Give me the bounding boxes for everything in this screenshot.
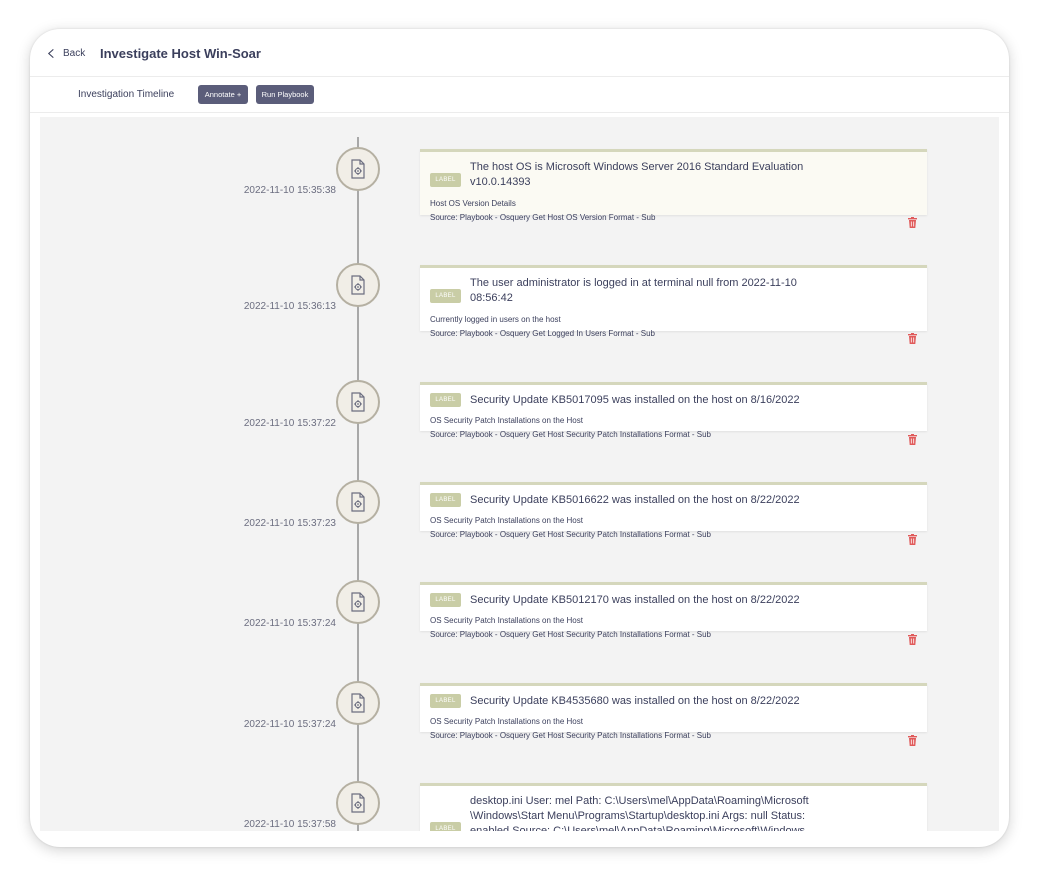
- trash-icon: [908, 434, 917, 445]
- timeline-node[interactable]: [336, 147, 380, 191]
- chevron-left-icon: [47, 48, 54, 59]
- entry-timestamp: 2022-11-10 15:35:38: [243, 185, 336, 196]
- entry-source: Source: Playbook - Osquery Get Host Secu…: [430, 731, 712, 740]
- trash-icon: [908, 735, 917, 746]
- entry-description: OS Security Patch Installations on the H…: [430, 516, 583, 525]
- timeline-card[interactable]: LABEL Security Update KB5016622 was insta…: [420, 482, 927, 545]
- entry-title: Security Update KB5016622 was installed …: [470, 494, 800, 506]
- page-header: Back Investigate Host Win-Soar: [30, 29, 1009, 77]
- timeline-entry: 2022-11-10 15:36:13 LABEL The user adminis…: [40, 259, 999, 363]
- toolbar: Investigation Timeline Annotate + Run Pl…: [30, 77, 1009, 113]
- timeline-node[interactable]: [336, 781, 380, 825]
- entry-source: Source: Playbook - Osquery Get Host Secu…: [430, 530, 712, 539]
- entry-timestamp: 2022-11-10 15:36:13: [243, 301, 336, 312]
- label-badge: LABEL: [430, 593, 461, 607]
- entry-title: Security Update KB4535680 was installed …: [470, 695, 800, 707]
- delete-button[interactable]: [908, 331, 917, 344]
- run-playbook-button[interactable]: Run Playbook: [256, 85, 314, 104]
- tab-investigation-timeline[interactable]: Investigation Timeline: [78, 89, 174, 100]
- document-gear-icon: [351, 392, 365, 412]
- app-window: Back Investigate Host Win-Soar Investiga…: [30, 29, 1009, 847]
- entry-source: Source: Playbook - Osquery Get Logged In…: [430, 329, 655, 338]
- label-badge: LABEL: [430, 694, 461, 708]
- page-title: Investigate Host Win-Soar: [100, 46, 261, 61]
- timeline-node[interactable]: [336, 380, 380, 424]
- trash-icon: [908, 534, 917, 545]
- entry-source: Source: Playbook - Osquery Get Host OS V…: [430, 213, 656, 222]
- entry-timestamp: 2022-11-10 15:37:58: [243, 819, 336, 830]
- document-gear-icon: [351, 793, 365, 813]
- entry-timestamp: 2022-11-10 15:37:23: [243, 518, 336, 529]
- entry-description: OS Security Patch Installations on the H…: [430, 416, 583, 425]
- timeline-entry: 2022-11-10 15:37:24 LABEL Security Update …: [40, 576, 999, 663]
- timeline-card[interactable]: LABEL Security Update KB4535680 was insta…: [420, 683, 927, 746]
- delete-button[interactable]: [908, 215, 917, 228]
- annotate-button[interactable]: Annotate +: [198, 85, 248, 104]
- entry-title: Security Update KB5017095 was installed …: [470, 394, 800, 406]
- timeline-entry: 2022-11-10 15:37:58 LABEL desktop.ini User…: [40, 777, 999, 831]
- entry-source: Source: Playbook - Osquery Get Host Secu…: [430, 630, 712, 639]
- entry-title: The user administrator is logged in at t…: [470, 277, 797, 304]
- document-gear-icon: [351, 492, 365, 512]
- document-gear-icon: [351, 592, 365, 612]
- document-gear-icon: [351, 159, 365, 179]
- timeline-entry: 2022-11-10 15:35:38 LABEL The host OS is M…: [40, 143, 999, 247]
- delete-button[interactable]: [908, 432, 917, 445]
- entry-title: The host OS is Microsoft Windows Server …: [470, 161, 804, 188]
- entry-description: Currently logged in users on the host: [430, 315, 561, 324]
- entry-title: desktop.ini User: mel Path: C:\Users\mel…: [470, 795, 809, 831]
- trash-icon: [908, 634, 917, 645]
- delete-button[interactable]: [908, 632, 917, 645]
- trash-icon: [908, 217, 917, 228]
- label-badge: LABEL: [430, 289, 461, 303]
- document-gear-icon: [351, 693, 365, 713]
- timeline-node[interactable]: [336, 580, 380, 624]
- entry-timestamp: 2022-11-10 15:37:22: [243, 418, 336, 429]
- entry-title: Security Update KB5012170 was installed …: [470, 594, 800, 606]
- document-gear-icon: [351, 275, 365, 295]
- delete-button[interactable]: [908, 733, 917, 746]
- timeline-entry: 2022-11-10 15:37:23 LABEL Security Update …: [40, 476, 999, 563]
- timeline-node[interactable]: [336, 263, 380, 307]
- entry-timestamp: 2022-11-10 15:37:24: [243, 618, 336, 629]
- timeline-card[interactable]: LABEL Security Update KB5017095 was insta…: [420, 382, 927, 445]
- timeline-panel[interactable]: 2022-11-10 15:35:38 LABEL The host OS is M…: [40, 117, 999, 831]
- entry-timestamp: 2022-11-10 15:37:24: [243, 719, 336, 730]
- label-badge: LABEL: [430, 822, 461, 831]
- timeline-card[interactable]: LABEL The host OS is Microsoft Windows Se…: [420, 149, 927, 228]
- timeline-card[interactable]: LABEL The user administrator is logged in…: [420, 265, 927, 344]
- timeline-entry: 2022-11-10 15:37:22 LABEL Security Update …: [40, 376, 999, 463]
- entry-source: Source: Playbook - Osquery Get Host Secu…: [430, 430, 712, 439]
- timeline-card[interactable]: LABEL desktop.ini User: mel Path: C:\User…: [420, 783, 927, 831]
- label-badge: LABEL: [430, 493, 461, 507]
- entry-description: OS Security Patch Installations on the H…: [430, 616, 583, 625]
- entry-description: Host OS Version Details: [430, 199, 516, 208]
- timeline-card[interactable]: LABEL Security Update KB5012170 was insta…: [420, 582, 927, 645]
- delete-button[interactable]: [908, 532, 917, 545]
- label-badge: LABEL: [430, 173, 461, 187]
- label-badge: LABEL: [430, 393, 461, 407]
- timeline-node[interactable]: [336, 681, 380, 725]
- back-label: Back: [63, 48, 86, 59]
- timeline-node[interactable]: [336, 480, 380, 524]
- timeline-entry: 2022-11-10 15:37:24 LABEL Security Update …: [40, 677, 999, 764]
- entry-description: OS Security Patch Installations on the H…: [430, 717, 583, 726]
- trash-icon: [908, 333, 917, 344]
- back-button[interactable]: Back: [46, 48, 85, 59]
